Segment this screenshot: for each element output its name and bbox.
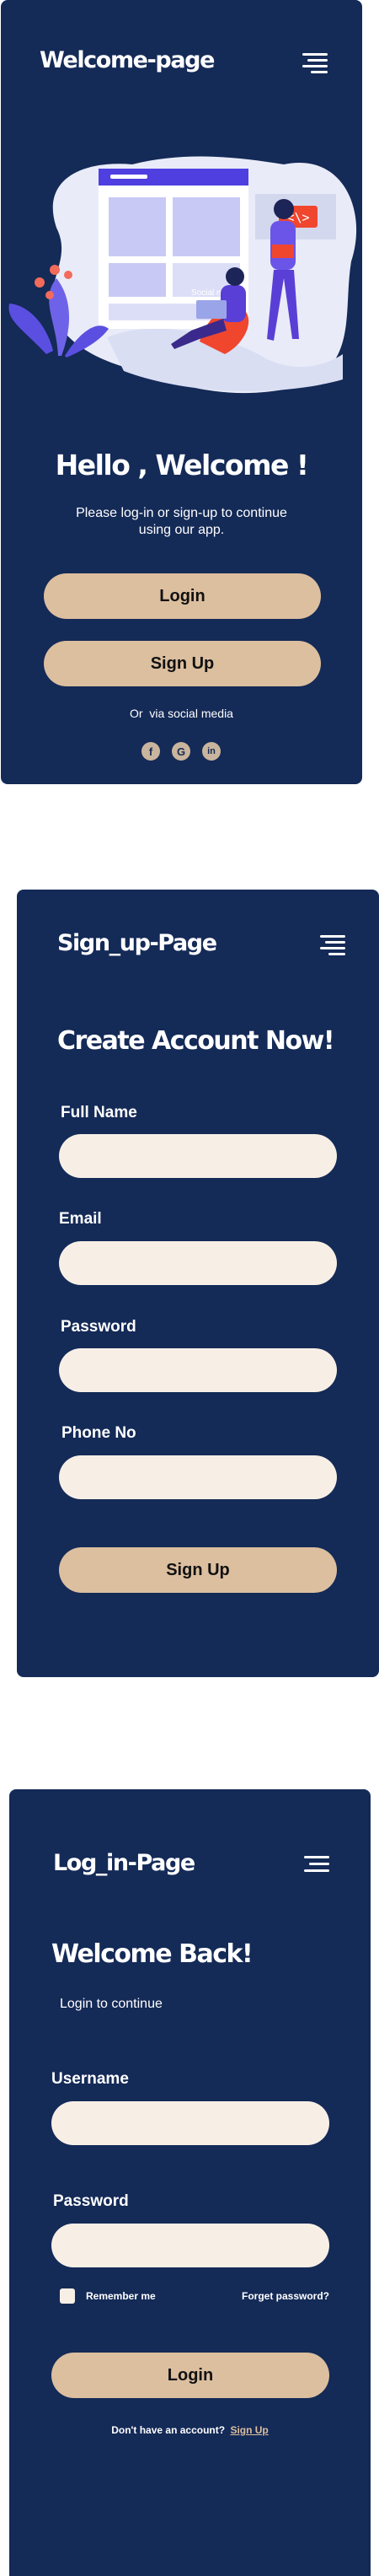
facebook-icon[interactable]: f bbox=[141, 742, 160, 761]
password-field[interactable] bbox=[59, 1348, 337, 1392]
username-field[interactable] bbox=[51, 2101, 329, 2145]
subtext-line-2: using our app. bbox=[138, 523, 225, 537]
welcome-subtext: Please log-in or sign-up to continue usi… bbox=[1, 505, 362, 539]
signup-link[interactable]: Sign Up bbox=[230, 2424, 268, 2436]
login-subheading: Login to continue bbox=[60, 1997, 163, 2011]
login-card: Log_in-Page Welcome Back! Login to conti… bbox=[9, 1789, 371, 2576]
welcome-card: Welcome-page <\> Social media Hello , We… bbox=[1, 0, 362, 784]
login-button[interactable]: Login bbox=[44, 573, 321, 619]
linkedin-icon[interactable]: in bbox=[202, 742, 221, 761]
signup-prompt: Don't have an account? Sign Up bbox=[9, 2424, 371, 2436]
page-title: Sign_up-Page bbox=[57, 930, 217, 956]
email-label: Email bbox=[59, 1210, 102, 1228]
hamburger-menu-icon[interactable] bbox=[320, 935, 345, 955]
google-icon[interactable]: G bbox=[172, 742, 190, 761]
login-submit-button[interactable]: Login bbox=[51, 2353, 329, 2398]
remember-me-label: Remember me bbox=[86, 2290, 156, 2302]
phone-label: Phone No bbox=[61, 1424, 136, 1442]
hamburger-menu-icon[interactable] bbox=[304, 1856, 329, 1876]
welcome-illustration: <\> Social media bbox=[8, 156, 357, 394]
password-label: Password bbox=[53, 2192, 129, 2210]
forgot-password-link[interactable]: Forget password? bbox=[242, 2290, 329, 2302]
username-label: Username bbox=[51, 2070, 129, 2088]
full-name-label: Full Name bbox=[61, 1104, 137, 1121]
password-label: Password bbox=[61, 1318, 136, 1336]
page-title: Welcome-page bbox=[40, 47, 215, 73]
login-heading: Welcome Back! bbox=[51, 1939, 254, 1969]
signup-submit-button[interactable]: Sign Up bbox=[59, 1547, 337, 1593]
signup-button[interactable]: Sign Up bbox=[44, 641, 321, 686]
social-media-text: Or via social media bbox=[130, 707, 233, 720]
remember-me-checkbox[interactable] bbox=[60, 2288, 75, 2304]
welcome-heading: Hello , Welcome ! bbox=[55, 449, 309, 481]
email-field[interactable] bbox=[59, 1241, 337, 1285]
phone-field[interactable] bbox=[59, 1455, 337, 1499]
hamburger-menu-icon[interactable] bbox=[302, 53, 328, 73]
subtext-line-1: Please log-in or sign-up to continue bbox=[76, 506, 287, 520]
signup-heading: Create Account Now! bbox=[57, 1026, 335, 1056]
full-name-field[interactable] bbox=[59, 1134, 337, 1178]
password-field[interactable] bbox=[51, 2224, 329, 2267]
page-title: Log_in-Page bbox=[53, 1850, 195, 1876]
signup-card: Sign_up-Page Create Account Now! Full Na… bbox=[17, 890, 379, 1677]
signup-prompt-text: Don't have an account? bbox=[111, 2424, 226, 2436]
